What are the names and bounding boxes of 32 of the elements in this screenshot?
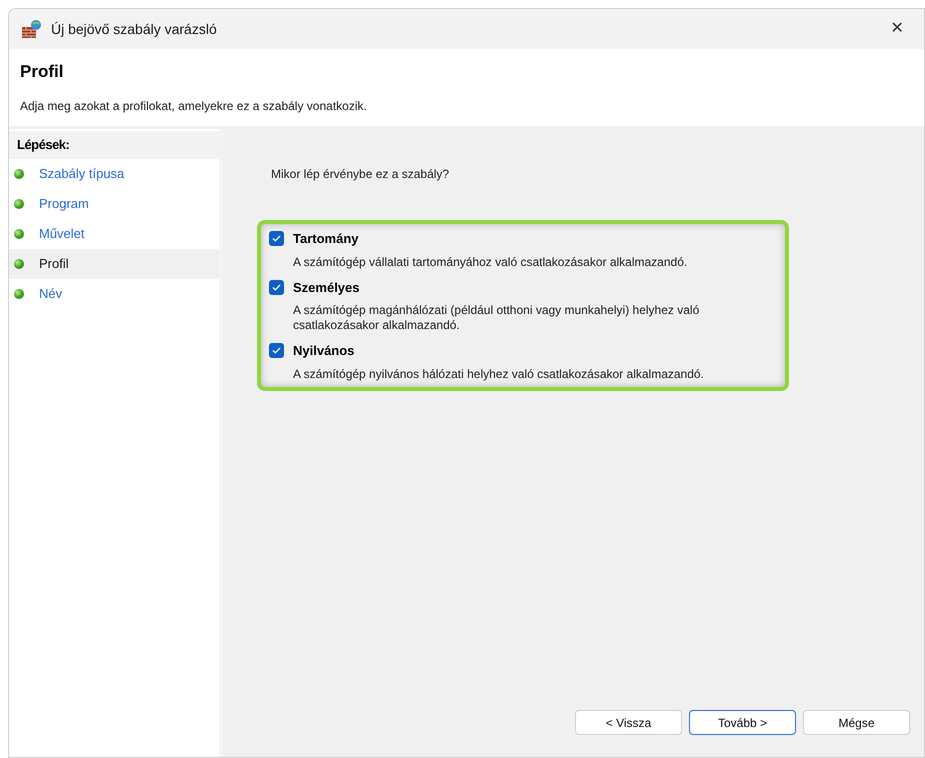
profile-description: A számítógép magánhálózati (például otthoni vagy munkahelyi) helyhez való csatlakozásakor alkalmazandó. bbox=[293, 303, 700, 333]
checkbox[interactable] bbox=[269, 343, 284, 358]
status-dot-icon bbox=[13, 288, 25, 300]
step-item[interactable]: Név bbox=[9, 279, 219, 309]
checkbox[interactable] bbox=[269, 231, 284, 246]
wizard-button[interactable]: < Vissza bbox=[575, 710, 682, 735]
checkbox-label[interactable]: Nyilvános bbox=[293, 341, 354, 360]
firewall-icon bbox=[21, 19, 43, 39]
page-title: Profil bbox=[20, 61, 64, 83]
page-subtitle: Adja meg azokat a profilokat, amelyekre ez a szabály vonatkozik. bbox=[20, 98, 368, 114]
status-dot-icon bbox=[13, 198, 25, 210]
status-dot-icon bbox=[13, 168, 25, 180]
status-dot-icon bbox=[13, 228, 25, 240]
wizard-button[interactable]: Mégse bbox=[803, 710, 910, 735]
profile-description: A számítógép vállalati tartományához való csatlakozásakor alkalmazandó. bbox=[293, 254, 688, 270]
step-item[interactable]: Művelet bbox=[9, 219, 219, 249]
question-text: Mikor lép érvénybe ez a szabály? bbox=[271, 166, 450, 183]
step-item[interactable]: Szabály típusa bbox=[9, 159, 219, 189]
profile-description: A számítógép nyilvános hálózati helyhez való csatlakozásakor alkalmazandó. bbox=[293, 366, 705, 382]
checkmark-icon bbox=[272, 235, 281, 242]
step-item[interactable]: Profil bbox=[9, 249, 219, 279]
checkbox-label[interactable]: Tartomány bbox=[293, 229, 358, 248]
checkmark-icon bbox=[272, 347, 281, 354]
steps-heading: Lépések: bbox=[9, 131, 219, 159]
window-title: Új bejövő szabály varázsló bbox=[51, 20, 217, 39]
status-dot-icon bbox=[13, 258, 25, 270]
checkmark-icon bbox=[272, 284, 281, 291]
close-button[interactable]: ✕ bbox=[882, 17, 912, 41]
checkbox-label[interactable]: Személyes bbox=[293, 278, 360, 297]
wizard-button[interactable]: Tovább > bbox=[689, 710, 796, 735]
step-item[interactable]: Program bbox=[9, 189, 219, 219]
checkbox[interactable] bbox=[269, 280, 284, 295]
